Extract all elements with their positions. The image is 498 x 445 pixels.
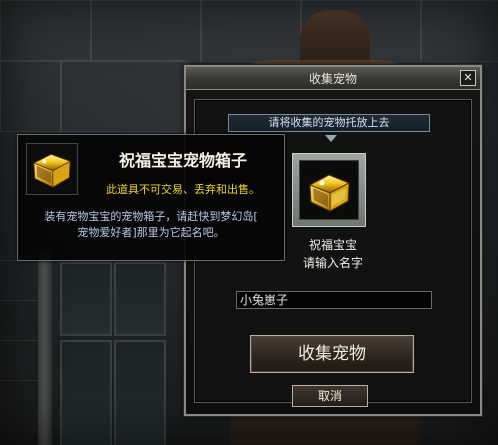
dialog-titlebar[interactable]: 收集宠物 ✕ bbox=[186, 67, 480, 90]
drop-hint-label: 请将收集的宠物托放上去 bbox=[228, 114, 430, 132]
down-arrow-icon bbox=[325, 135, 337, 142]
door-pane bbox=[60, 262, 112, 336]
tooltip-icon-frame bbox=[26, 143, 78, 195]
pet-slot-inner bbox=[299, 160, 359, 220]
door-pane bbox=[60, 340, 112, 445]
door-post bbox=[38, 250, 52, 445]
wall-block bbox=[420, 0, 498, 62]
item-tooltip: 祝福宝宝宠物箱子 此道具不可交易、丢弃和出售。 装有宠物宝宝的宠物箱子，请赶快到… bbox=[17, 134, 285, 261]
tooltip-title: 祝福宝宝宠物箱子 bbox=[118, 151, 247, 170]
door-pane bbox=[114, 340, 166, 445]
collect-pet-button[interactable]: 收集宠物 bbox=[250, 335, 414, 373]
close-icon: ✕ bbox=[463, 71, 473, 84]
pet-name-input[interactable]: 小兔崽子 bbox=[236, 291, 432, 309]
wall-line bbox=[0, 380, 40, 381]
pet-drop-slot[interactable] bbox=[292, 153, 366, 227]
tooltip-description-line: 装有宠物宝宝的宠物箱子，请赶快到梦幻岛[ bbox=[44, 210, 258, 223]
gold-treasure-chest-icon bbox=[308, 174, 351, 212]
door-pane bbox=[114, 262, 166, 336]
wall-block bbox=[60, 60, 187, 132]
wall-block bbox=[90, 0, 202, 62]
gold-treasure-chest-icon bbox=[32, 153, 72, 188]
wall-line bbox=[0, 300, 40, 301]
tooltip-trade-warning: 此道具不可交易、丢弃和出售。 bbox=[106, 183, 260, 196]
close-button[interactable]: ✕ bbox=[460, 70, 476, 86]
dialog-title: 收集宠物 bbox=[308, 72, 357, 86]
wall-block bbox=[200, 0, 302, 62]
tooltip-description-line: 宠物爱好者]那里为它起名吧。 bbox=[77, 226, 225, 239]
wall-line bbox=[0, 340, 40, 341]
wall-block bbox=[0, 0, 92, 62]
tooltip-description: 装有宠物宝宝的宠物箱子，请赶快到梦幻岛[ 宠物爱好者]那里为它起名吧。 bbox=[24, 209, 278, 241]
cancel-button[interactable]: 取消 bbox=[292, 385, 368, 407]
wall-block bbox=[0, 60, 62, 132]
